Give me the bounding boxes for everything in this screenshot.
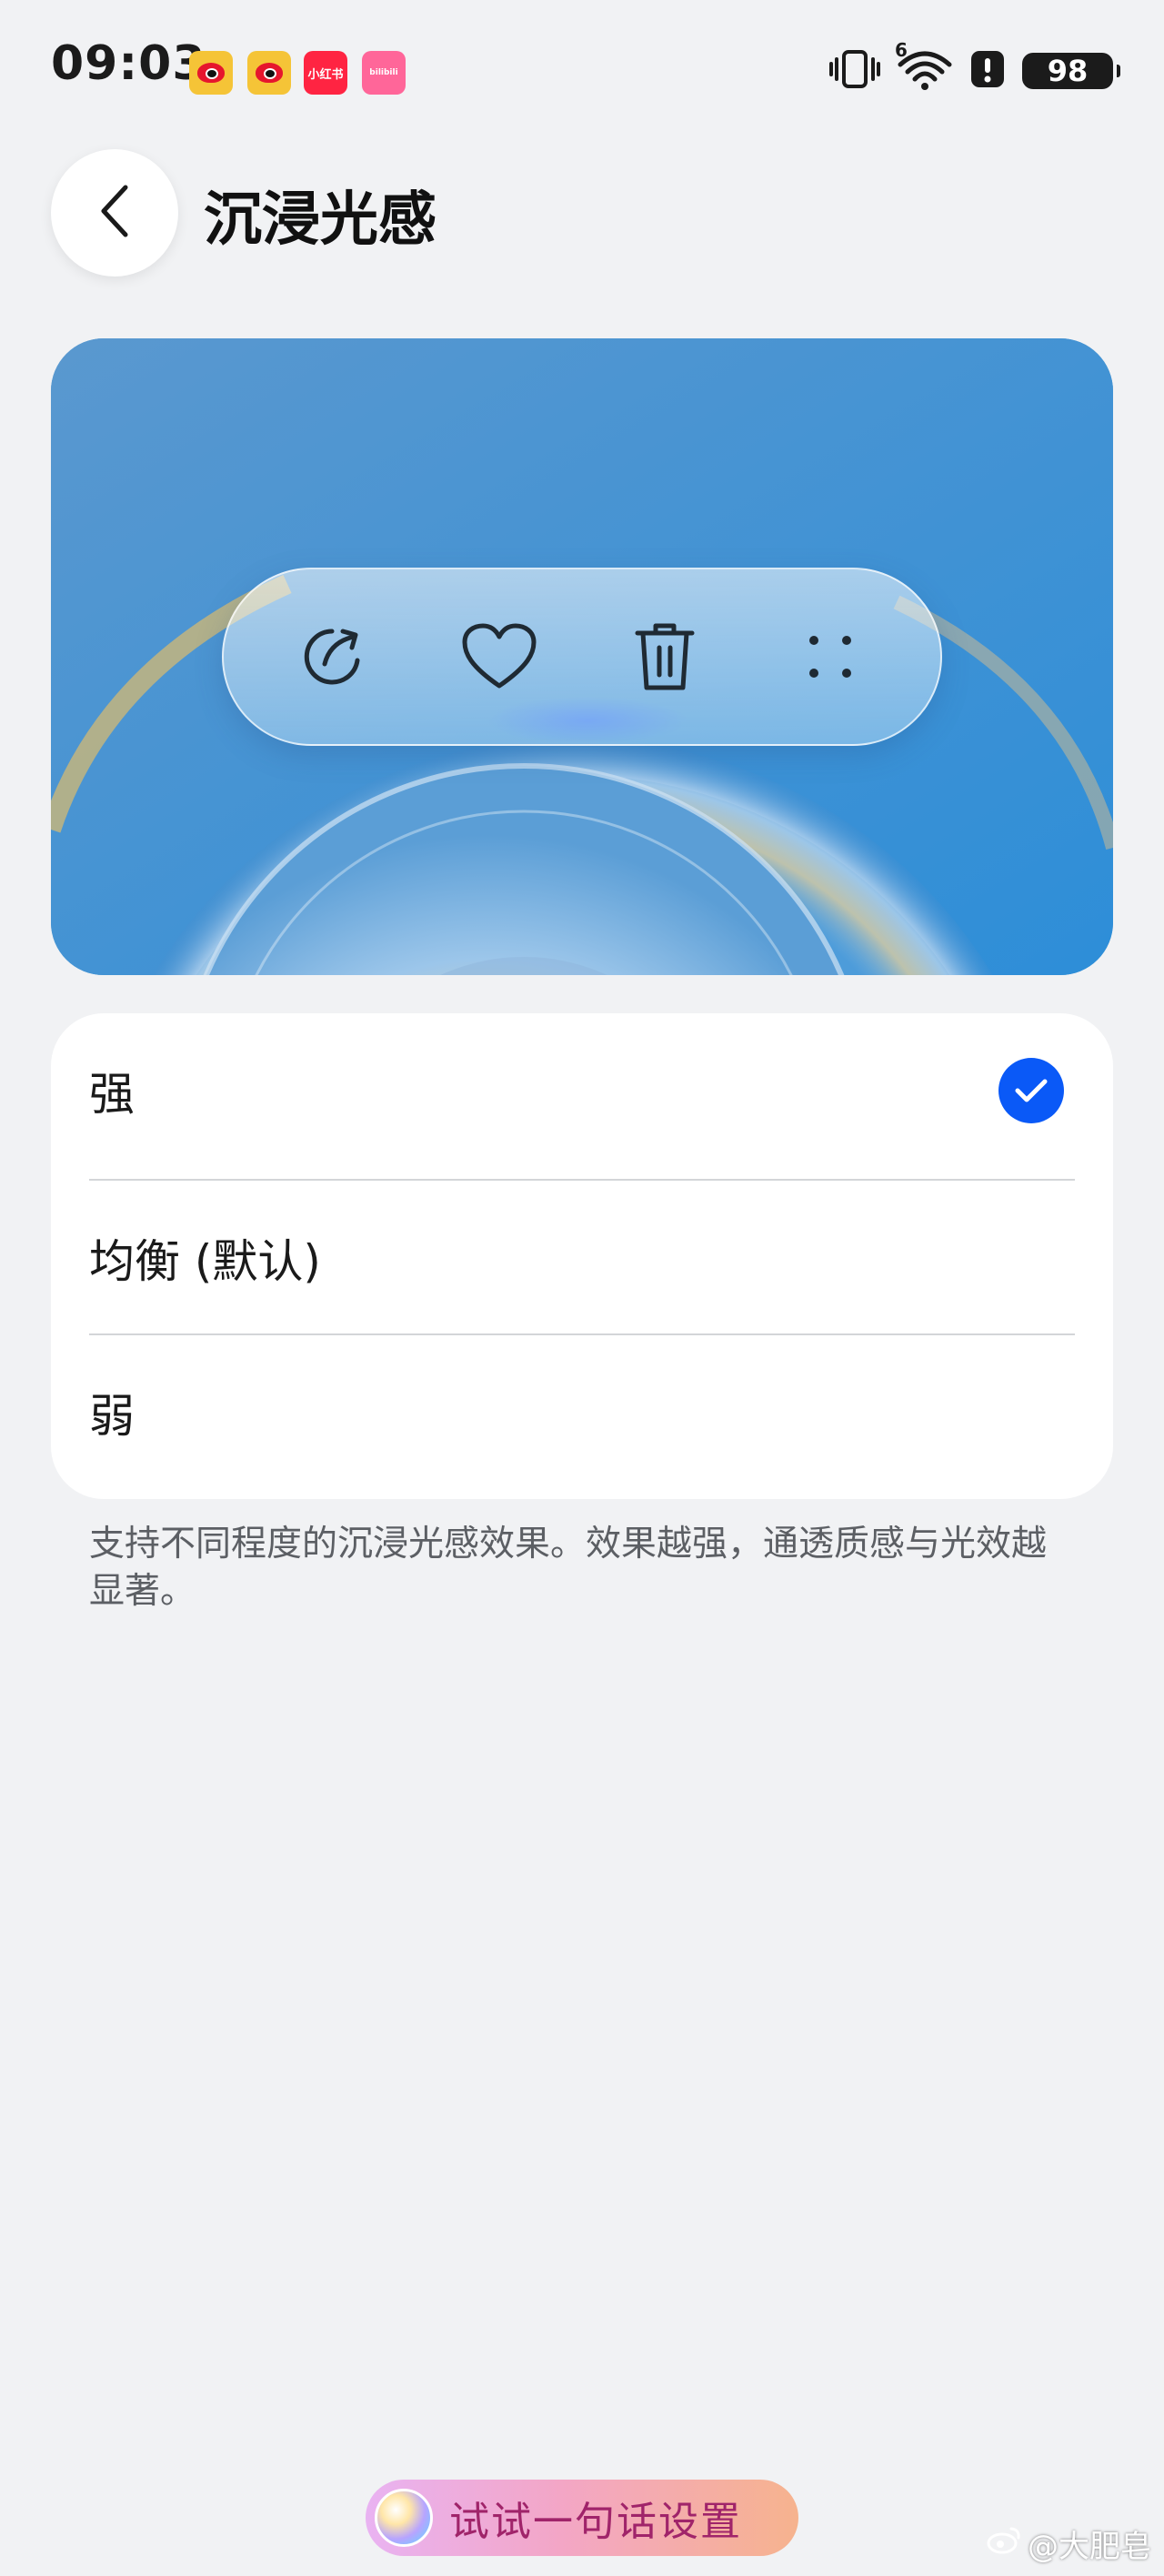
vibrate-icon [829, 48, 880, 94]
intensity-options: 强 均衡 (默认) 弱 [51, 1013, 1113, 1499]
option-label: 均衡 (默认) [89, 1235, 321, 1288]
alert-icon [969, 49, 1006, 93]
status-time: 09:03 [51, 36, 206, 91]
option-label: 弱 [89, 1390, 135, 1443]
assistant-orb-icon [375, 2489, 433, 2547]
option-balanced[interactable]: 均衡 (默认) [51, 1181, 1113, 1335]
option-strong[interactable]: 强 [51, 1013, 1113, 1168]
more-icon[interactable] [789, 616, 871, 698]
weibo-icon [189, 51, 233, 95]
status-bar: 09:03 小红书 bilibili 6 98 [0, 0, 1164, 146]
assistant-label: 试试一句话设置 [449, 2499, 742, 2545]
battery-indicator: 98 [1022, 53, 1120, 89]
weibo-icon [247, 51, 291, 95]
trash-icon[interactable] [624, 616, 706, 698]
xiaohongshu-icon: 小红书 [304, 51, 347, 95]
wifi-generation-label: 6 [895, 39, 908, 61]
share-icon[interactable] [293, 616, 375, 698]
option-label: 强 [89, 1068, 135, 1121]
bilibili-icon: bilibili [362, 51, 406, 95]
option-description: 支持不同程度的沉浸光感效果。效果越强，通透质感与光效越显著。 [89, 1524, 1048, 1612]
option-weak[interactable]: 弱 [51, 1335, 1113, 1490]
status-indicators: 6 98 [829, 39, 1120, 96]
checkmark-icon [998, 1058, 1064, 1123]
wifi-icon: 6 [895, 39, 953, 96]
floating-toolbar [222, 568, 942, 746]
effect-preview [51, 338, 1113, 975]
chevron-left-icon [95, 182, 135, 244]
page-title: 沉浸光感 [204, 186, 436, 254]
watermark: @大肥皂 [986, 2521, 1151, 2566]
back-button[interactable] [51, 149, 178, 277]
watermark-text: @大肥皂 [1028, 2529, 1151, 2565]
weibo-logo-icon [986, 2525, 1022, 2562]
heart-icon[interactable] [458, 616, 540, 698]
voice-setting-button[interactable]: 试试一句话设置 [366, 2480, 798, 2556]
